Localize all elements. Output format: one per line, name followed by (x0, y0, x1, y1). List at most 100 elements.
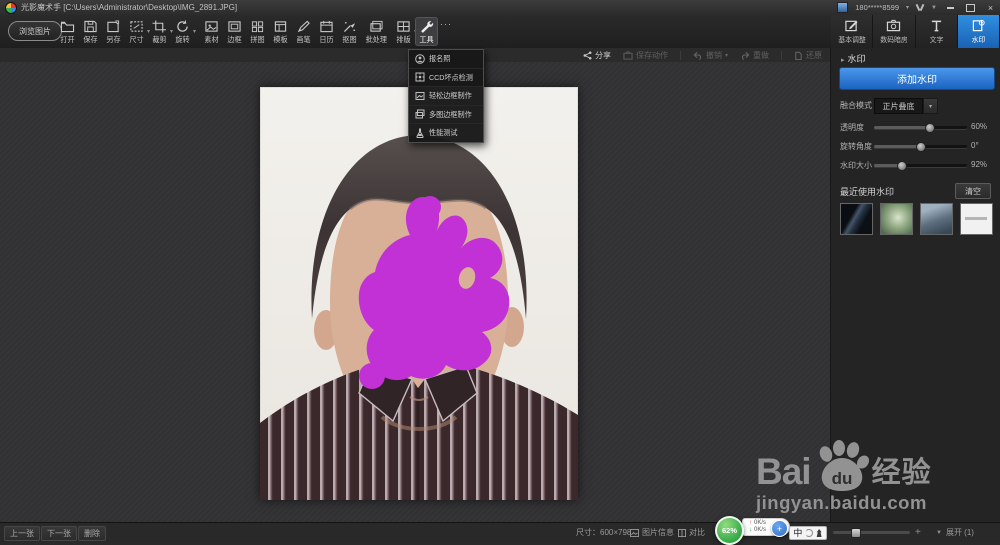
toolbar-button-brush[interactable]: 画笔 (292, 17, 315, 46)
slider-handle[interactable] (915, 142, 926, 152)
id-photo-icon (415, 53, 425, 64)
recent-watermark-thumb[interactable] (840, 203, 873, 235)
account-avatar[interactable] (837, 2, 849, 13)
app-logo-icon (5, 1, 17, 14)
menu-item-id-photo[interactable]: 报名照 (409, 50, 483, 69)
compare-button[interactable]: 对比 (678, 523, 705, 542)
undo-button[interactable]: 撤销 ▾ (693, 50, 728, 61)
upload-speed: 0K/s (754, 520, 767, 526)
toolbar-button-material[interactable]: 素材 (200, 17, 223, 46)
toolbar-more-button[interactable]: ··· (438, 17, 454, 48)
redo-button[interactable]: 重做 (740, 50, 769, 61)
watermark-size-label: 水印大小 (840, 161, 872, 170)
save-action-button[interactable]: 保存动作 (623, 50, 668, 61)
material-icon (205, 21, 218, 32)
watermark-page-icon (972, 19, 985, 31)
rotation-row: 旋转角度 0° (831, 139, 1000, 153)
accelerate-button[interactable]: + (771, 520, 788, 537)
ime-halfwidth-icon[interactable] (805, 529, 813, 537)
tab-text[interactable]: 文字 (915, 15, 958, 48)
menu-item-multi-frame[interactable]: 多图边框制作 (409, 106, 483, 124)
toolbar-button-crop[interactable]: 裁剪 ▾ (148, 17, 173, 46)
template-icon (274, 21, 287, 32)
caret-down-icon[interactable]: ▾ (193, 28, 196, 35)
browse-images-button[interactable]: 浏览图片 (8, 21, 62, 41)
undo-caret-icon[interactable]: ▾ (725, 52, 728, 59)
collapse-caret-icon[interactable]: ▸ (841, 57, 845, 64)
tab-watermark[interactable]: 水印 (957, 15, 1000, 48)
edit-pencil-icon (845, 20, 858, 31)
blend-mode-caret-button[interactable]: ▾ (923, 98, 938, 114)
recent-watermark-thumb[interactable] (920, 203, 953, 235)
toolbar-button-template[interactable]: 模板 (269, 17, 292, 46)
crop-icon (152, 20, 166, 33)
save-as-icon (107, 20, 120, 33)
slider-handle[interactable] (896, 161, 907, 171)
previous-image-button[interactable]: 上一张 (4, 526, 40, 541)
next-image-button[interactable]: 下一张 (41, 526, 77, 541)
ime-menu-icon[interactable] (816, 529, 822, 537)
tab-digital-darkroom[interactable]: 数码暗房 (873, 15, 916, 48)
watermark-panel: ▸ 水印 添加水印 融合模式 正片叠底 ▾ 透明度 60% 旋转角度 0° 水印大… (830, 48, 1000, 522)
image-info-icon (630, 528, 639, 537)
feedback-icon[interactable] (916, 4, 924, 12)
expand-button[interactable]: ▼ 展开 (1) (936, 523, 974, 542)
toolbar-button-calendar[interactable]: 日历 (315, 17, 338, 46)
rotation-slider[interactable] (874, 142, 967, 152)
zoom-in-button[interactable]: + (915, 523, 921, 542)
toolbar-button-save-as[interactable]: 另存 (102, 17, 125, 46)
minimize-button[interactable] (944, 2, 957, 13)
account-number[interactable]: 180*****8599 (855, 3, 899, 12)
toolbar-button-rotate[interactable]: 旋转 ▾ (171, 17, 196, 46)
slider-fill (874, 145, 921, 148)
toolbar-button-save[interactable]: 保存 (79, 17, 102, 46)
toolbar-button-resize[interactable]: 尺寸 ▾ (125, 17, 150, 46)
recent-watermark-thumb[interactable] (960, 203, 993, 235)
undo-arrow-icon (693, 51, 702, 60)
account-caret-icon[interactable]: ▾ (906, 4, 909, 11)
tools-dropdown-menu: 报名照 CCD坏点检测 轻松边框制作 多图边框制作 性能测试 (408, 49, 484, 143)
menu-item-ccd-check[interactable]: CCD坏点检测 (409, 69, 483, 87)
image-size-label: 尺寸：600×798 (576, 528, 632, 537)
close-button[interactable]: × (984, 2, 997, 13)
portrait-photo[interactable] (260, 87, 578, 500)
restore-original-button[interactable]: 还原 (794, 50, 822, 61)
ime-chinese-mode[interactable]: 中 (793, 528, 802, 538)
toolbar-button-tools[interactable]: 工具 (415, 17, 438, 46)
clear-recent-button[interactable]: 清空 (955, 183, 991, 199)
image-info-button[interactable]: 图片信息 (630, 523, 674, 542)
opacity-label: 透明度 (840, 123, 864, 132)
window-title: 光影魔术手 [C:\Users\Administrator\Desktop\IM… (21, 3, 238, 12)
redo-arrow-icon (741, 51, 750, 60)
divider (781, 50, 782, 60)
tab-basic-adjust[interactable]: 基本调整 (831, 15, 874, 48)
menu-item-easy-frame[interactable]: 轻松边框制作 (409, 87, 483, 106)
skin-menu-icon[interactable]: ▼ (931, 5, 937, 11)
delete-image-button[interactable]: 删除 (78, 526, 106, 541)
toolbar-button-batch[interactable]: 批处理 (361, 17, 392, 46)
divider (679, 50, 681, 60)
open-folder-icon (60, 21, 75, 33)
toolbar-button-layout[interactable]: 排版 ▾ (392, 17, 417, 46)
restore-button[interactable] (964, 2, 977, 13)
ime-language-bar[interactable]: 中 (789, 526, 827, 540)
blend-mode-select[interactable]: 正片叠底 (874, 98, 923, 114)
opacity-slider[interactable] (874, 123, 967, 133)
zoom-slider-handle[interactable] (851, 528, 862, 538)
watermark-size-slider[interactable] (874, 161, 967, 171)
slider-handle[interactable] (924, 123, 935, 133)
toolbar-button-open[interactable]: 打开 (56, 17, 79, 46)
frame-icon (228, 21, 241, 32)
menu-item-performance-test[interactable]: 性能测试 (409, 124, 483, 142)
share-button[interactable]: 分享 (583, 50, 611, 61)
toolbar-button-collage[interactable]: 拼图 (246, 17, 269, 46)
zoom-slider[interactable] (833, 528, 910, 538)
toolbar-button-frame[interactable]: 边框 (223, 17, 246, 46)
recent-watermark-thumb[interactable] (880, 203, 913, 235)
compare-icon (678, 528, 686, 537)
opacity-value: 60% (971, 122, 988, 131)
toolbar-button-cutout[interactable]: 抠图 (338, 17, 361, 46)
rotation-value: 0° (971, 141, 979, 150)
add-watermark-button[interactable]: 添加水印 (839, 67, 995, 90)
title-bar: 光影魔术手 [C:\Users\Administrator\Desktop\IM… (0, 0, 1000, 16)
